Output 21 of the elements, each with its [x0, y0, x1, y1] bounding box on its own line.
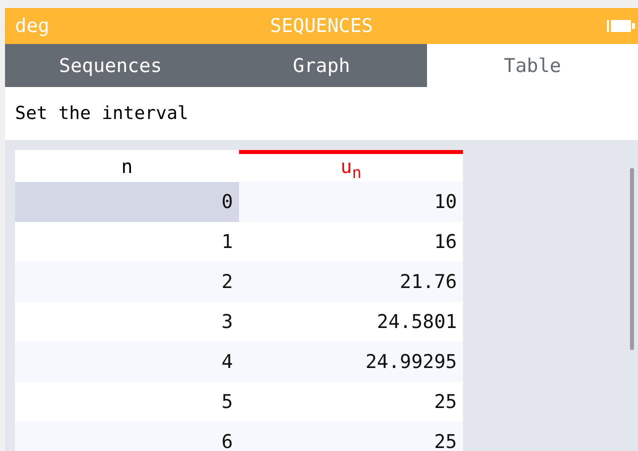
table-cell[interactable]: 2 [15, 262, 239, 302]
tab[interactable]: Table [427, 44, 638, 87]
table-cell[interactable]: 1 [15, 222, 239, 262]
table-cell[interactable]: 25 [239, 422, 463, 451]
angle-unit: deg [15, 15, 50, 37]
table-cell[interactable]: 24.99295 [239, 342, 463, 382]
table-cell[interactable]: 6 [15, 422, 239, 451]
set-interval-button[interactable]: Set the interval [5, 87, 638, 140]
app-title: SEQUENCES [270, 15, 373, 37]
table-cell[interactable]: 10 [239, 182, 463, 222]
table-cell[interactable]: 0 [15, 182, 239, 222]
scroll-bar[interactable] [630, 168, 634, 350]
table-cell[interactable]: 3 [15, 302, 239, 342]
battery-icon [606, 18, 636, 34]
table-cell[interactable]: 5 [15, 382, 239, 422]
table-cell[interactable]: 4 [15, 342, 239, 382]
table-cell[interactable]: 25 [239, 382, 463, 422]
table-cell[interactable]: 16 [239, 222, 463, 262]
table-cell[interactable]: 24.5801 [239, 302, 463, 342]
table-cell[interactable]: 21.76 [239, 262, 463, 302]
column-header: n [120, 155, 134, 180]
